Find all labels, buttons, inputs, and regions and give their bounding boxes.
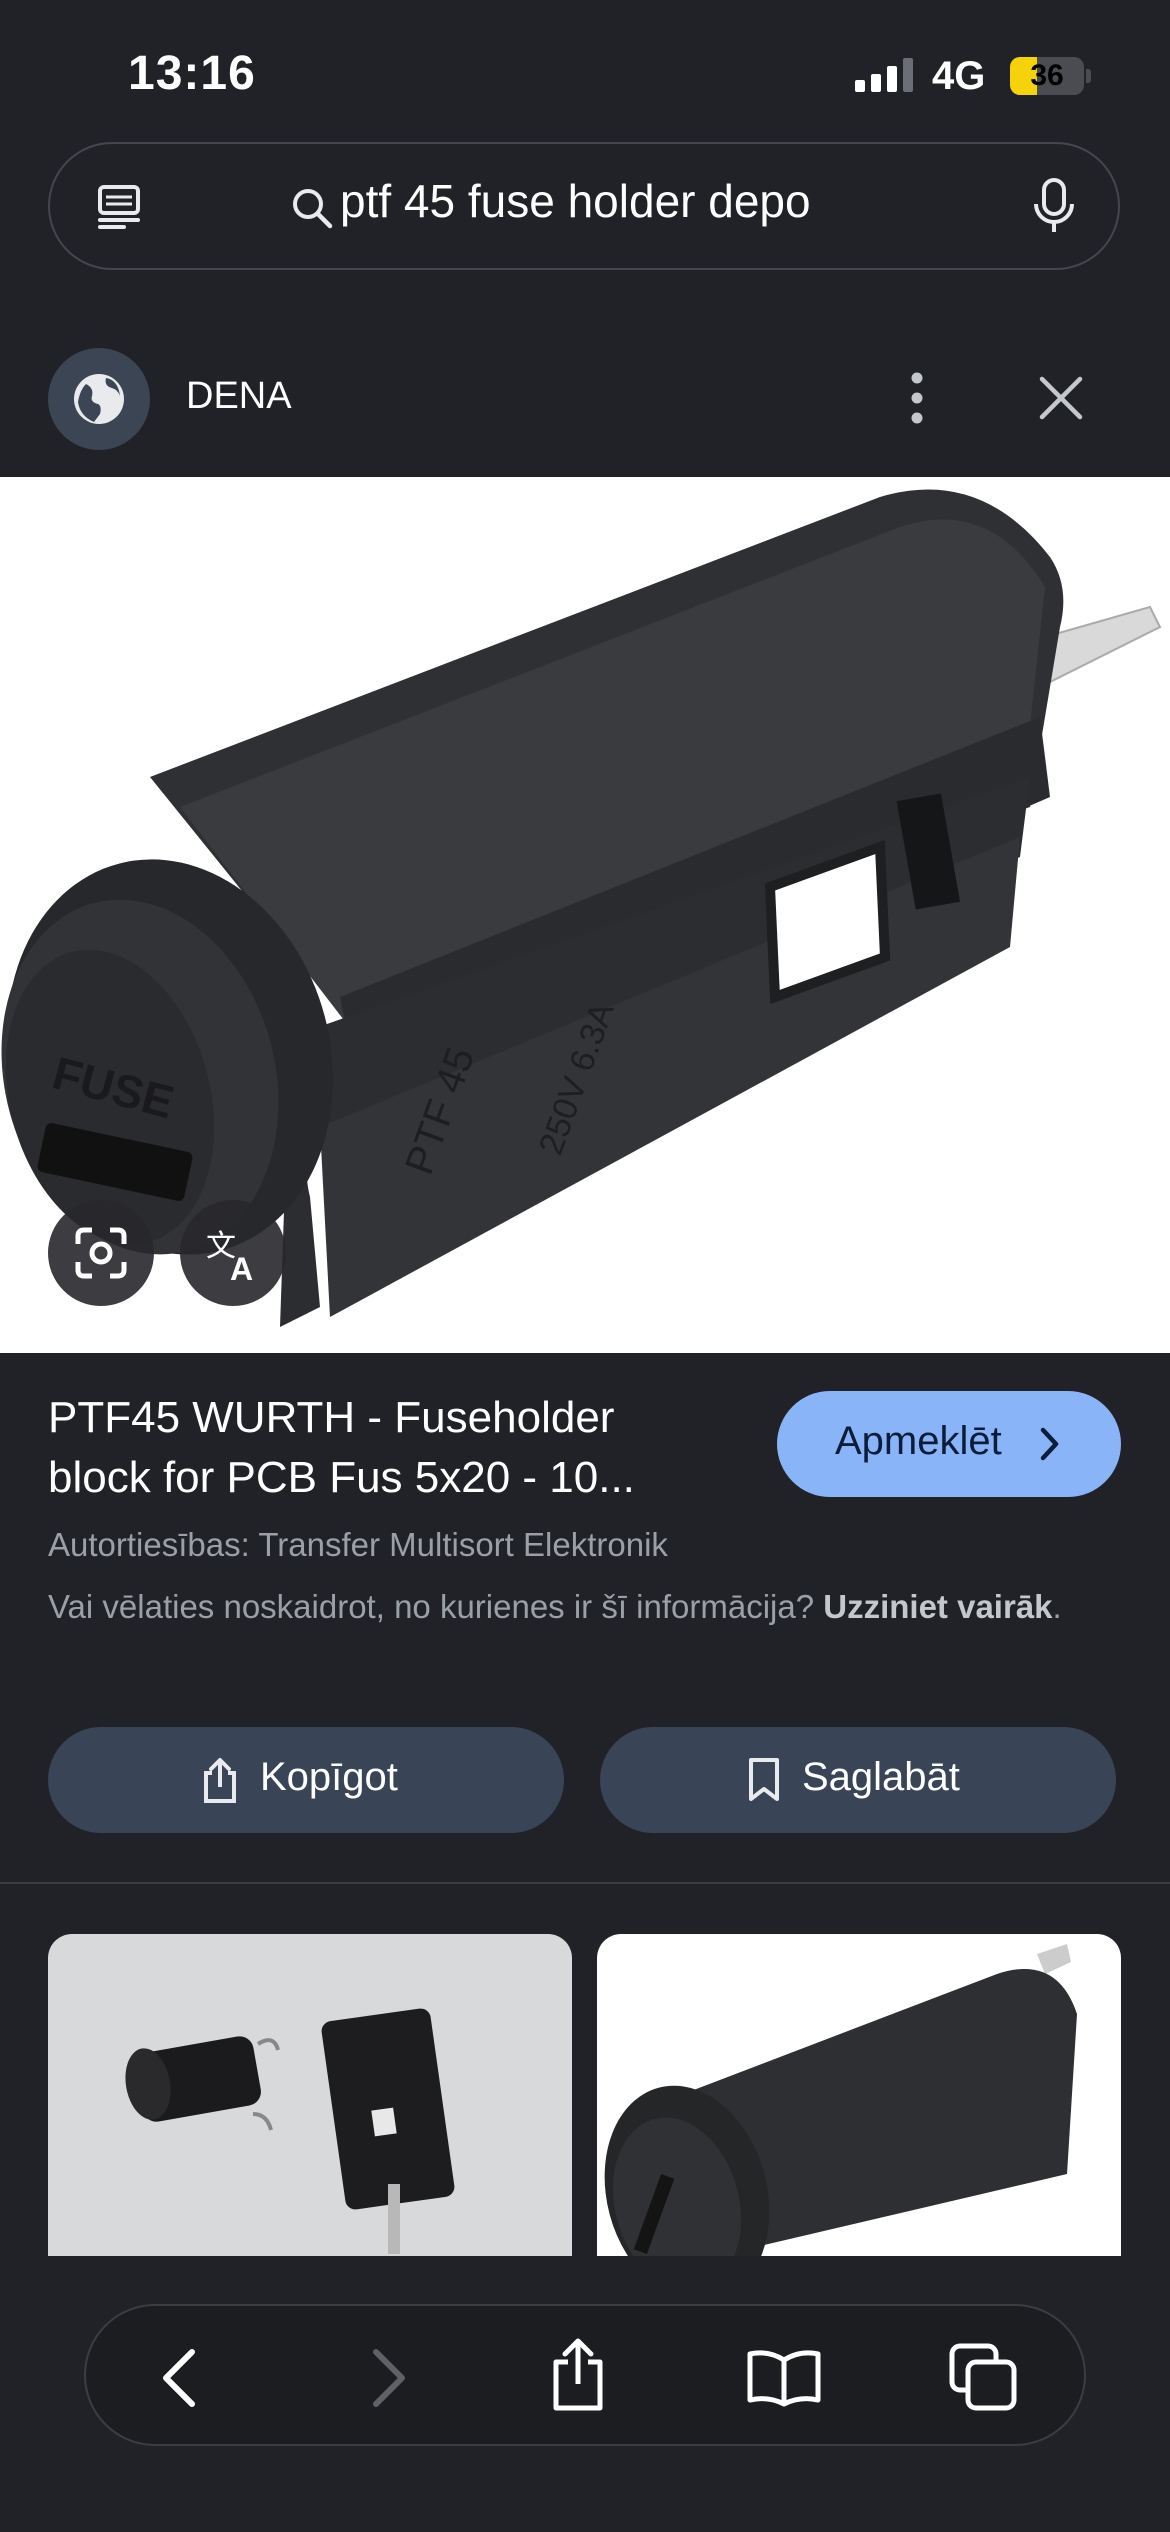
question-text: Vai vēlaties noskaidrot, no kurienes ir …: [48, 1588, 824, 1625]
result-title-line2: block for PCB Fus 5x20 - 10...: [48, 1453, 635, 1502]
close-icon[interactable]: [1038, 375, 1084, 421]
lens-button[interactable]: [48, 1200, 154, 1306]
save-label: Saglabāt: [802, 1755, 960, 1799]
tabs-icon[interactable]: [94, 182, 144, 232]
related-image-2[interactable]: [597, 1934, 1121, 2256]
browser-toolbar: [84, 2304, 1086, 2446]
divider: [0, 1882, 1170, 1884]
mic-icon[interactable]: [1032, 178, 1076, 236]
share-button[interactable]: Kopīgot: [48, 1727, 564, 1833]
bookmark-icon: [749, 1758, 779, 1801]
question-end: .: [1052, 1588, 1062, 1625]
battery-tip: [1086, 69, 1091, 83]
share-label: Kopīgot: [260, 1755, 398, 1799]
signal-icon: [855, 58, 913, 92]
translate-button[interactable]: 文 A: [180, 1200, 286, 1306]
share-icon[interactable]: [548, 2338, 608, 2412]
save-button[interactable]: Saglabāt: [600, 1727, 1116, 1833]
source-name[interactable]: DENA: [186, 375, 292, 418]
book-icon[interactable]: [746, 2348, 822, 2408]
chevron-right-icon: [1040, 1427, 1059, 1461]
visit-label: Apmeklēt: [835, 1419, 1002, 1463]
source-favicon[interactable]: [48, 348, 150, 450]
share-icon: [204, 1758, 236, 1803]
search-query[interactable]: ptf 45 fuse holder depo: [340, 174, 811, 228]
learn-more-link[interactable]: Uzziniet vairāk: [823, 1588, 1052, 1625]
tabs-overview-icon[interactable]: [948, 2342, 1018, 2412]
lens-icon: [75, 1227, 127, 1279]
battery-level: 36: [1030, 59, 1064, 92]
status-time: 13:16: [128, 47, 256, 100]
visit-button[interactable]: Apmeklēt: [777, 1391, 1121, 1497]
more-vert-icon[interactable]: [905, 370, 929, 426]
back-icon[interactable]: [158, 2348, 202, 2408]
copyright-text: Autortiesības: Transfer Multisort Elektr…: [48, 1526, 668, 1563]
search-bar[interactable]: ptf 45 fuse holder depo: [48, 142, 1120, 270]
info-question: Vai vēlaties noskaidrot, no kurienes ir …: [48, 1583, 1088, 1631]
related-image-1[interactable]: [48, 1934, 572, 2256]
battery-icon: 36: [1010, 57, 1084, 95]
forward-icon[interactable]: [366, 2348, 410, 2408]
result-title-line1: PTF45 WURTH - Fuseholder: [48, 1393, 615, 1442]
search-icon: [293, 189, 333, 229]
result-image[interactable]: PTF 45 250V 6.3A FUSE: [0, 477, 1170, 1353]
globe-icon: [74, 374, 124, 424]
result-title[interactable]: PTF45 WURTH - Fuseholder block for PCB F…: [48, 1388, 738, 1508]
network-type: 4G: [932, 54, 986, 98]
translate-icon: 文 A: [206, 1229, 253, 1282]
svg-text:A: A: [230, 1251, 253, 1282]
